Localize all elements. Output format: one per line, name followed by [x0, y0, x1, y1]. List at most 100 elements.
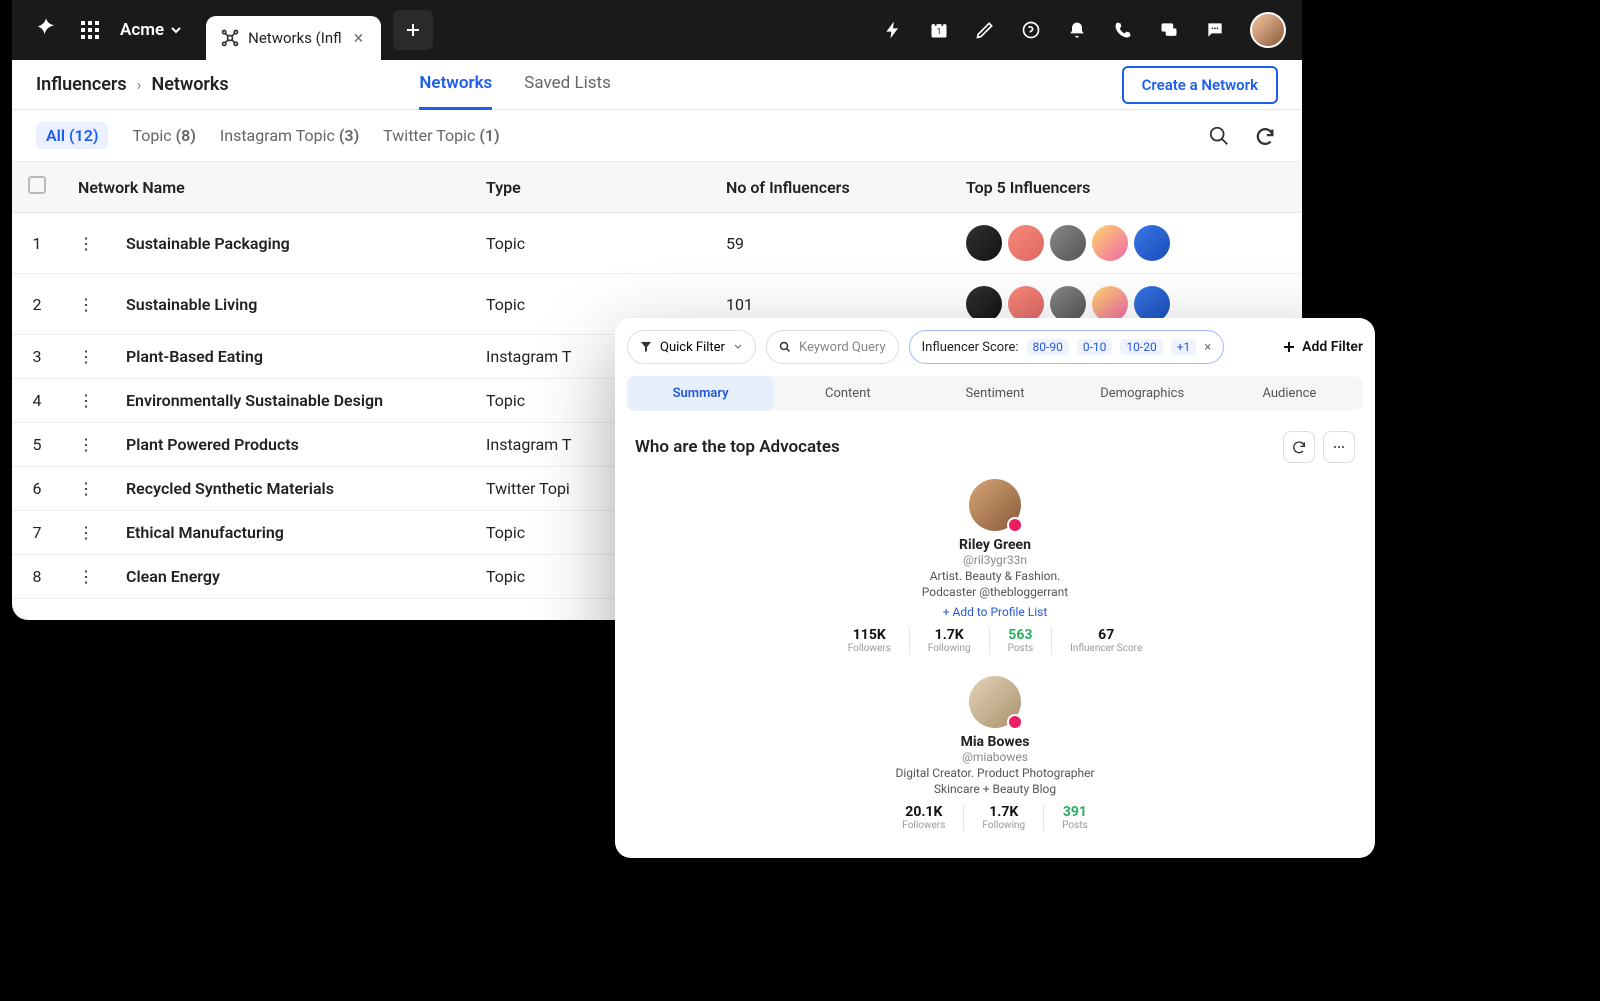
add-filter-button[interactable]: Add Filter	[1282, 339, 1363, 355]
advocate-bio: Artist. Beauty & Fashion.	[655, 569, 1335, 583]
clear-score-icon[interactable]: ×	[1204, 340, 1211, 355]
row-index: 3	[12, 335, 62, 379]
influencer-score-filter[interactable]: Influencer Score: 80-90 0-10 10-20 +1 ×	[909, 330, 1225, 364]
user-avatar[interactable]	[1250, 12, 1286, 48]
influencer-avatar[interactable]	[1008, 286, 1044, 322]
advocate-bio: Skincare + Beauty Blog	[655, 782, 1335, 796]
quick-filter-button[interactable]: Quick Filter	[627, 330, 756, 364]
stat: 115KFollowers	[830, 627, 910, 654]
workspace-selector[interactable]: Acme	[108, 20, 194, 40]
influencer-avatar[interactable]	[1092, 225, 1128, 261]
filter-chip[interactable]: Instagram Topic (3)	[220, 126, 359, 145]
breadcrumb: Influencers › Networks	[36, 74, 229, 95]
keyword-query-label: Keyword Query	[799, 340, 886, 355]
more-icon[interactable]	[1323, 431, 1355, 463]
row-index: 4	[12, 379, 62, 423]
quick-filter-label: Quick Filter	[660, 340, 725, 355]
filter-icon	[640, 341, 652, 353]
row-menu-icon[interactable]: ⋮	[62, 213, 110, 274]
network-name: Sustainable Packaging	[110, 213, 470, 274]
close-icon[interactable]: ×	[350, 28, 368, 49]
network-name: Plant-Based Eating	[110, 335, 470, 379]
score-chip[interactable]: 80-90	[1027, 339, 1069, 355]
network-name: Plant Powered Products	[110, 423, 470, 467]
add-to-profile-list[interactable]: + Add to Profile List	[655, 605, 1335, 619]
influencer-avatar[interactable]	[1092, 286, 1128, 322]
advocate-name: Riley Green	[655, 537, 1335, 553]
col-top-influencers[interactable]: Top 5 Influencers	[950, 162, 1302, 213]
network-name: Sustainable Living	[110, 274, 470, 335]
workspace-name: Acme	[120, 20, 164, 40]
subheader: Influencers › Networks Networks Saved Li…	[12, 60, 1302, 110]
influencer-avatar[interactable]	[1134, 286, 1170, 322]
advocate-avatar[interactable]	[969, 479, 1021, 531]
influencer-avatar[interactable]	[966, 225, 1002, 261]
stat: 563Posts	[990, 627, 1053, 654]
tab-summary[interactable]: Summary	[627, 376, 774, 411]
col-influencer-count[interactable]: No of Influencers	[710, 162, 950, 213]
tab-networks[interactable]: Networks	[419, 59, 492, 110]
row-menu-icon[interactable]: ⋮	[62, 555, 110, 599]
row-menu-icon[interactable]: ⋮	[62, 274, 110, 335]
calendar-icon[interactable]: 1	[928, 19, 950, 41]
score-chip[interactable]: 0-10	[1077, 339, 1113, 355]
row-menu-icon[interactable]: ⋮	[62, 423, 110, 467]
help-icon[interactable]	[1020, 19, 1042, 41]
influencer-avatar[interactable]	[1050, 286, 1086, 322]
bolt-icon[interactable]	[882, 19, 904, 41]
chevron-down-icon	[170, 24, 182, 36]
breadcrumb-root[interactable]: Influencers	[36, 74, 127, 95]
score-chip[interactable]: +1	[1171, 339, 1197, 355]
influencer-avatar[interactable]	[966, 286, 1002, 322]
table-row[interactable]: 1 ⋮ Sustainable Packaging Topic 59	[12, 213, 1302, 274]
tab-saved-lists[interactable]: Saved Lists	[524, 59, 611, 110]
filter-chip[interactable]: Twitter Topic (1)	[383, 126, 499, 145]
tab-sentiment[interactable]: Sentiment	[921, 376, 1068, 411]
app-menu-icon[interactable]	[72, 12, 108, 48]
keyword-query-input[interactable]: Keyword Query	[766, 330, 899, 364]
bell-icon[interactable]	[1066, 19, 1088, 41]
network-name: Environmentally Sustainable Design	[110, 379, 470, 423]
search-icon	[779, 341, 791, 353]
detail-tabs: Summary Content Sentiment Demographics A…	[627, 376, 1363, 411]
advocate-card: Mia Bowes @miabowes Digital Creator. Pro…	[615, 668, 1375, 845]
topbar-utility-icons: 1	[882, 12, 1286, 48]
refresh-icon[interactable]	[1252, 123, 1278, 149]
influencer-avatar[interactable]	[1134, 225, 1170, 261]
row-menu-icon[interactable]: ⋮	[62, 335, 110, 379]
stat: 391Posts	[1044, 804, 1106, 831]
network-name: Clean Energy	[110, 555, 470, 599]
instagram-badge-icon	[1007, 517, 1023, 533]
tab-content[interactable]: Content	[774, 376, 921, 411]
stat: 1.7KFollowing	[910, 627, 990, 654]
chevron-right-icon: ›	[137, 75, 142, 94]
advocate-stats: 115KFollowers1.7KFollowing563Posts67Infl…	[655, 627, 1335, 654]
chat-icon[interactable]	[1158, 19, 1180, 41]
filter-chip[interactable]: All (12)	[36, 122, 108, 149]
tab-audience[interactable]: Audience	[1216, 376, 1363, 411]
col-type[interactable]: Type	[470, 162, 710, 213]
sub-tabs: Networks Saved Lists	[419, 59, 610, 110]
refresh-icon[interactable]	[1283, 431, 1315, 463]
influencer-avatar[interactable]	[1050, 225, 1086, 261]
row-menu-icon[interactable]: ⋮	[62, 467, 110, 511]
tab-demographics[interactable]: Demographics	[1069, 376, 1216, 411]
edit-icon[interactable]	[974, 19, 996, 41]
new-tab-button[interactable]	[393, 10, 433, 50]
create-network-button[interactable]: Create a Network	[1122, 66, 1278, 104]
phone-icon[interactable]	[1112, 19, 1134, 41]
col-network-name[interactable]: Network Name	[62, 162, 470, 213]
browser-tab[interactable]: Networks (Infl ×	[206, 16, 381, 60]
influencer-avatar[interactable]	[1008, 225, 1044, 261]
row-index: 8	[12, 555, 62, 599]
plus-icon	[1282, 340, 1296, 354]
filter-chip[interactable]: Topic (8)	[132, 126, 195, 145]
row-menu-icon[interactable]: ⋮	[62, 379, 110, 423]
search-icon[interactable]	[1206, 123, 1232, 149]
row-menu-icon[interactable]: ⋮	[62, 511, 110, 555]
network-type: Topic	[470, 213, 710, 274]
select-all-checkbox[interactable]	[28, 176, 46, 194]
message-icon[interactable]	[1204, 19, 1226, 41]
advocate-avatar[interactable]	[969, 676, 1021, 728]
score-chip[interactable]: 10-20	[1120, 339, 1162, 355]
